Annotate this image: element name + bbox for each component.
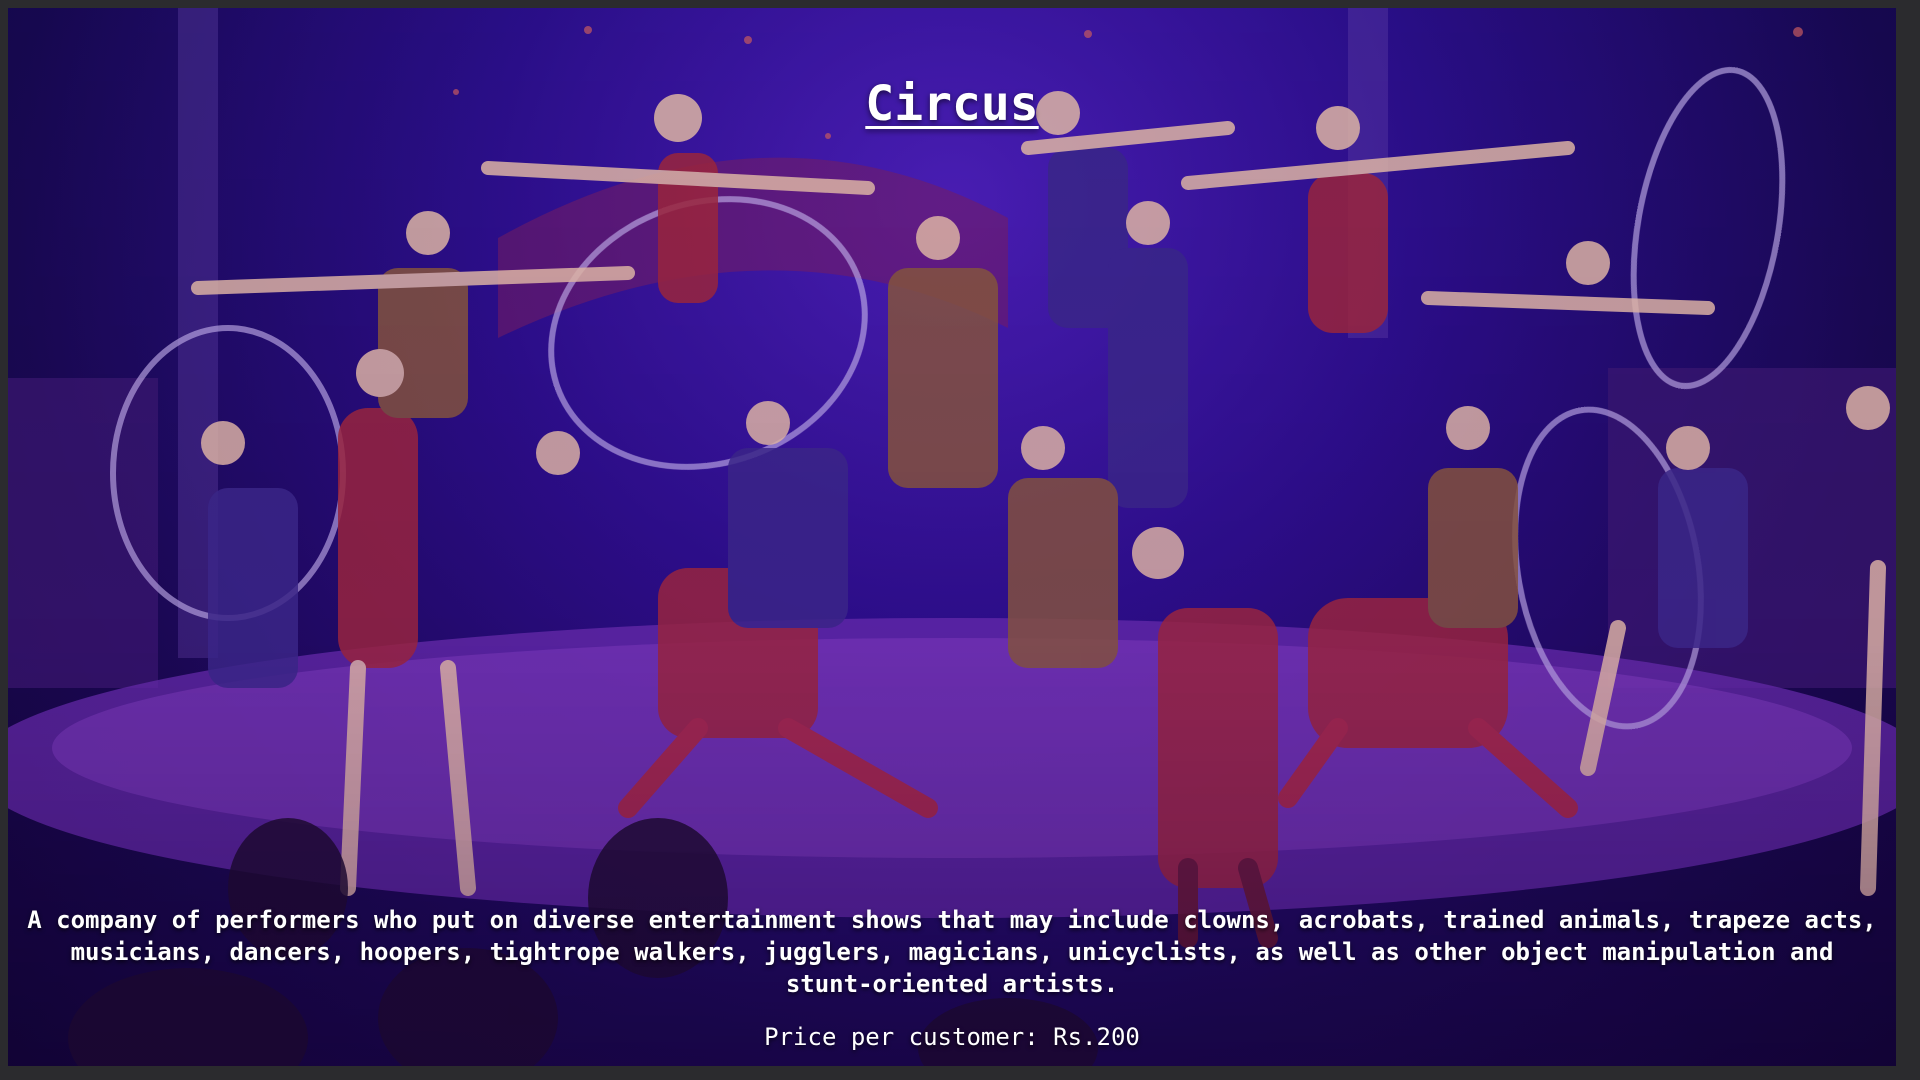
window-bottom-edge <box>0 1066 1920 1080</box>
circus-description: A company of performers who put on diver… <box>27 906 1877 998</box>
page-title: Circus <box>865 76 1039 132</box>
price-per-customer: Price per customer: Rs.200 <box>764 1023 1140 1051</box>
hero-section: Circus A company of performers who put o… <box>8 8 1896 1066</box>
window-right-edge <box>1896 0 1920 1080</box>
